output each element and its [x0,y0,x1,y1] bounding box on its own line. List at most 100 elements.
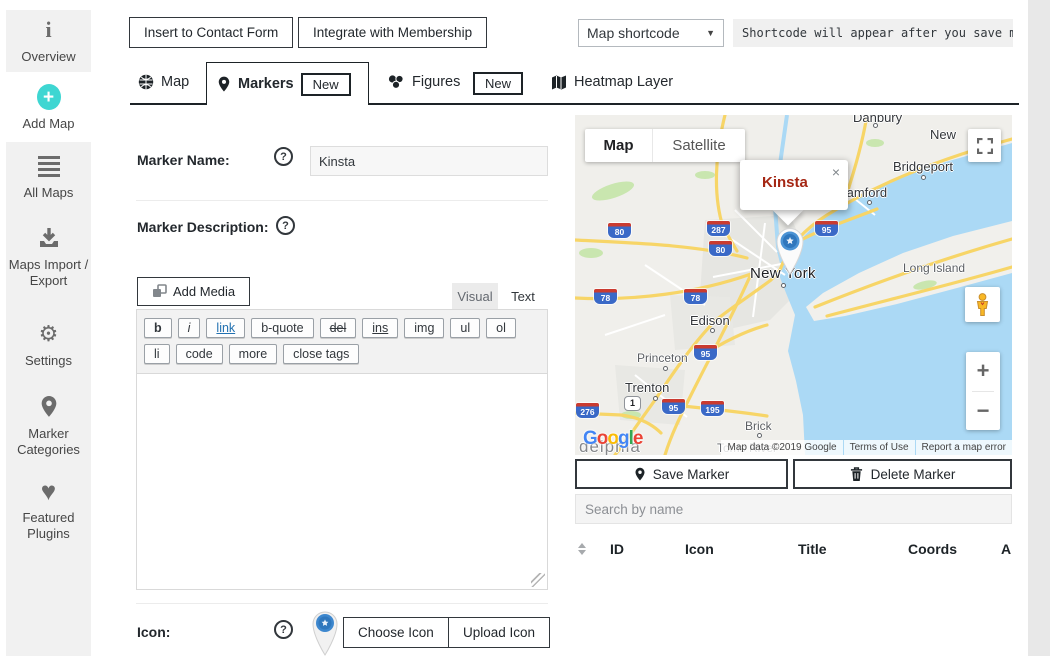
qt-ins-button[interactable]: ins [362,318,398,338]
resize-grip[interactable] [531,573,545,587]
qt-ul-button[interactable]: ul [450,318,480,338]
qt-link-button[interactable]: link [206,318,245,338]
sidebar-item-all-maps[interactable]: All Maps [6,142,91,212]
zoom-control: + − [966,352,1000,430]
interstate-shield-195: 195 [701,401,724,416]
qt-more-button[interactable]: more [229,344,277,364]
save-marker-button[interactable]: Save Marker [575,459,788,489]
map-label-stamford: tamford [843,185,887,200]
figures-new-badge[interactable]: New [473,72,523,95]
sort-icon[interactable] [578,543,586,555]
info-window: Kinsta × [740,160,848,210]
sidebar-item-label: Settings [25,353,72,369]
qt-img-button[interactable]: img [404,318,444,338]
tab-heatmap-layer[interactable]: Heatmap Layer [551,74,673,90]
marker-name-label: Marker Name: [137,152,230,168]
sidebar-item-featured-plugins[interactable]: ♥ Featured Plugins [6,466,91,556]
info-icon: i [37,18,61,42]
column-header-icon[interactable]: Icon [685,541,714,557]
google-map[interactable]: Danbury New Bridgeport tamford New York … [575,115,1012,455]
sidebar-item-maps-import-export[interactable]: Maps Import / Export [6,212,91,312]
upload-icon-button[interactable]: Upload Icon [448,617,550,648]
column-header-a[interactable]: A [1001,541,1011,557]
qt-del-button[interactable]: del [320,318,357,338]
maptype-satellite-button[interactable]: Satellite [652,129,745,162]
terms-of-use-link[interactable]: Terms of Use [844,440,915,455]
qt-blockquote-button[interactable]: b-quote [251,318,313,338]
add-circle-icon: + [37,85,61,109]
google-logo[interactable]: Google [583,428,642,450]
marker-description-label: Marker Description: [137,219,268,235]
maptype-map-button[interactable]: Map [585,129,652,162]
divider [136,200,548,201]
icon-help-icon[interactable]: ? [274,620,293,639]
map-label-bridgeport: Bridgeport [893,159,953,174]
qt-italic-button[interactable]: i [178,318,201,338]
shortcode-readonly-field[interactable]: Shortcode will appear after you save ma [733,19,1013,47]
delete-marker-button[interactable]: Delete Marker [793,459,1012,489]
marker-description-help-icon[interactable]: ? [276,216,295,235]
folded-map-icon [551,75,567,90]
insert-to-contact-form-button[interactable]: Insert to Contact Form [129,17,293,48]
tab-markers[interactable]: Markers New [206,62,369,105]
choose-icon-button[interactable]: Choose Icon [343,617,449,648]
tab-map[interactable]: Map [138,74,189,90]
zoom-out-button[interactable]: − [966,392,1000,431]
column-header-coords[interactable]: Coords [908,541,957,557]
map-shortcode-select[interactable]: Map shortcode ▼ [578,19,724,47]
qt-ol-button[interactable]: ol [486,318,516,338]
marker-description-textarea[interactable] [137,374,547,587]
add-media-button[interactable]: Add Media [137,277,250,306]
integrate-with-membership-button[interactable]: Integrate with Membership [298,17,487,48]
interstate-shield-78: 78 [684,289,707,304]
marker-icon-preview[interactable] [309,610,341,656]
kinsta-map-marker[interactable] [774,227,806,275]
chevron-down-icon: ▼ [706,28,715,38]
fullscreen-button[interactable] [968,129,1001,162]
editor-text-tab[interactable]: Text [498,283,548,309]
interstate-shield-80: 80 [608,223,631,238]
sidebar-item-add-map[interactable]: + Add Map [6,72,91,142]
info-window-close-icon[interactable]: × [832,164,840,180]
interstate-shield-95: 95 [662,399,685,414]
qt-bold-button[interactable]: b [144,318,172,338]
maptype-control: Map Satellite [585,129,745,162]
marker-search-input[interactable] [575,494,1012,524]
gear-icon: ⚙ [37,322,61,346]
map-label-edison: Edison [690,313,730,328]
heart-icon: ♥ [37,479,61,503]
column-header-title[interactable]: Title [798,541,827,557]
marker-name-help-icon[interactable]: ? [274,147,293,166]
sidebar-item-settings[interactable]: ⚙ Settings [6,312,91,382]
map-shortcode-selected-value: Map shortcode [587,25,680,41]
divider [136,603,548,604]
map-label-brick: Brick [745,419,772,433]
media-icon [152,284,167,299]
column-header-id[interactable]: ID [610,541,624,557]
city-dot [781,283,786,288]
editor-visual-tab[interactable]: Visual [452,283,498,309]
sidebar-item-marker-categories[interactable]: Marker Categories [6,382,91,466]
interstate-shield-80: 80 [709,241,732,256]
marker-pin-icon [217,76,231,93]
qt-code-button[interactable]: code [176,344,223,364]
map-data-attribution: Map data ©2019 Google [721,440,842,455]
pegman-control[interactable] [965,287,1000,322]
save-marker-label: Save Marker [653,467,730,482]
description-editor: b i link b-quote del ins img ul ol li co… [136,309,548,590]
report-map-error-link[interactable]: Report a map error [916,440,1012,455]
qt-li-button[interactable]: li [144,344,170,364]
tab-figures[interactable]: Figures [387,74,460,90]
interstate-shield-78: 78 [594,289,617,304]
us-route-shield-1: 1 [624,396,641,411]
sidebar-item-overview[interactable]: i Overview [6,10,91,72]
city-dot [710,328,715,333]
markers-new-badge[interactable]: New [301,73,351,96]
page-background-strip [1028,0,1050,656]
marker-name-input[interactable] [310,146,548,176]
delete-marker-label: Delete Marker [871,467,956,482]
zoom-in-button[interactable]: + [966,352,1000,391]
map-pin-icon [37,395,61,419]
map-attribution: Map data ©2019 Google Terms of Use Repor… [720,440,1012,455]
qt-close-tags-button[interactable]: close tags [283,344,359,364]
